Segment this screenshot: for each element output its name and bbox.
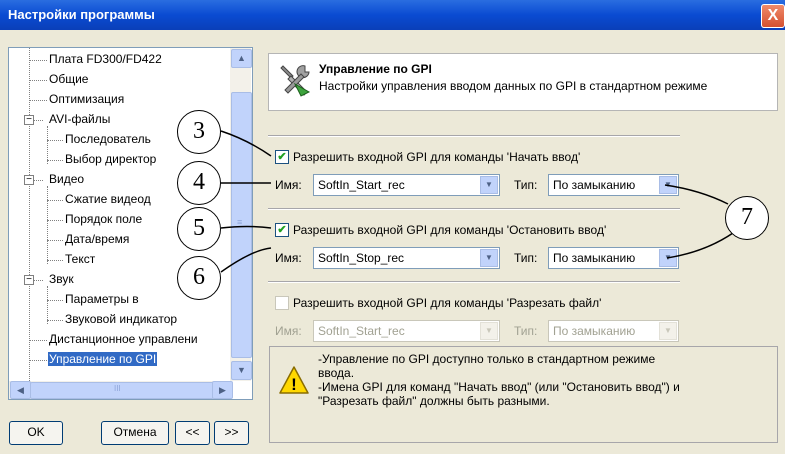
- settings-window: Настройки программы X Плата FD300/FD422 …: [0, 0, 785, 454]
- callout-7: 7: [725, 196, 769, 240]
- callout-lines: [220, 130, 734, 273]
- callout-6: 6: [177, 256, 221, 300]
- callout-5: 5: [177, 207, 221, 251]
- callout-4: 4: [177, 161, 221, 205]
- callout-3: 3: [177, 110, 221, 154]
